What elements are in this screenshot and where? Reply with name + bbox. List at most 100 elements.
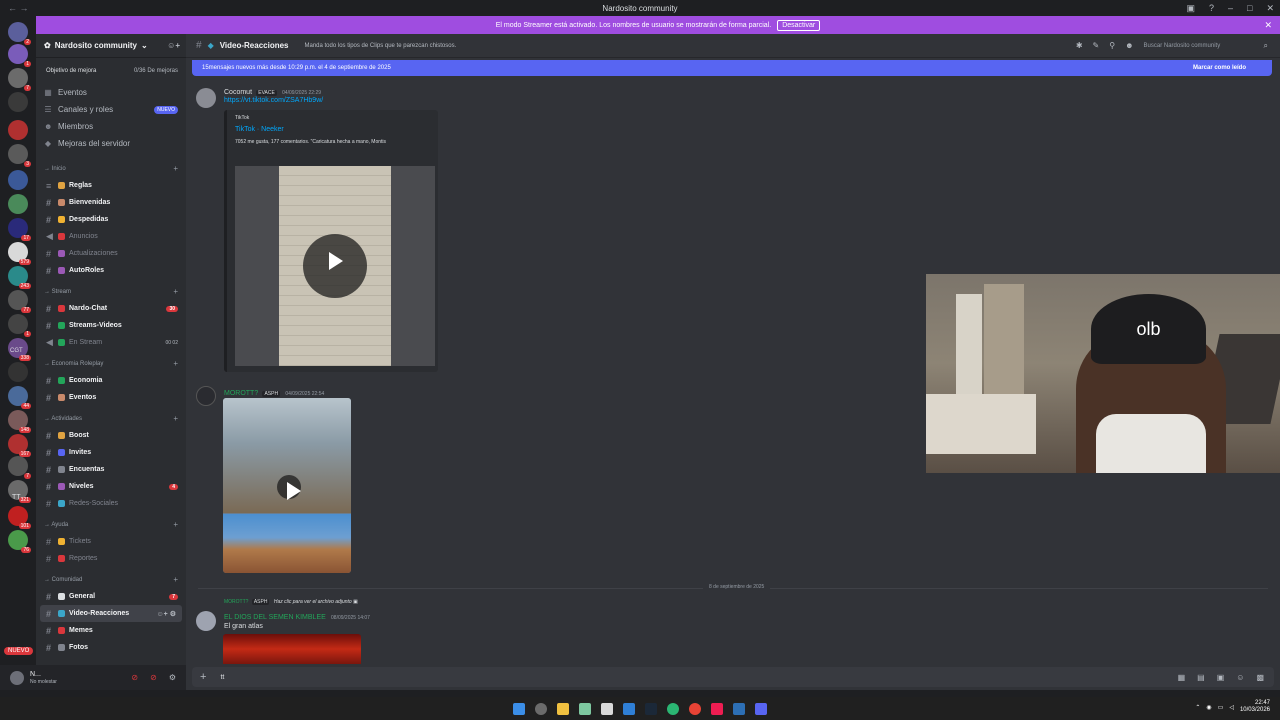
- server-icon[interactable]: [8, 92, 28, 112]
- channel-actualizaciones[interactable]: # Actualizaciones: [36, 245, 186, 262]
- mark-as-read-button[interactable]: Marcar como leído: [1193, 65, 1246, 71]
- close-banner-icon[interactable]: ✕: [1264, 20, 1272, 31]
- server-icon[interactable]: 7: [8, 456, 31, 479]
- message-link[interactable]: https://vt.tiktok.com/ZSA7Hb9w/: [224, 97, 323, 104]
- channel-category[interactable]: → Economia Roleplay +: [36, 355, 186, 372]
- settings-app-icon[interactable]: [535, 702, 547, 715]
- channel-general[interactable]: # General 7: [36, 588, 186, 605]
- notification-bell-icon[interactable]: ✎: [1093, 41, 1100, 50]
- mail-icon[interactable]: [623, 702, 635, 715]
- clock[interactable]: 22:47 10/03/2026: [1240, 700, 1270, 714]
- help-icon[interactable]: ?: [1209, 3, 1214, 14]
- mute-mic-icon[interactable]: ⊘: [131, 673, 138, 682]
- search-input[interactable]: Buscar Nardosito community: [1144, 43, 1254, 49]
- server-icon[interactable]: [8, 170, 28, 190]
- channel-fotos[interactable]: # Fotos: [36, 639, 186, 656]
- gift-icon[interactable]: ▦: [1178, 673, 1186, 682]
- server-icon[interactable]: 77: [8, 290, 31, 313]
- emoji-icon[interactable]: ☺: [1236, 673, 1244, 682]
- avatar[interactable]: [196, 88, 216, 108]
- create-channel-icon[interactable]: +: [173, 359, 178, 368]
- server-label-tt[interactable]: TT: [12, 494, 21, 501]
- channel-autoroles[interactable]: # AutoRoles: [36, 262, 186, 279]
- chrome-icon[interactable]: [689, 702, 701, 715]
- mic-icon[interactable]: ◉: [1206, 704, 1211, 711]
- channel-category[interactable]: → Actividades +: [36, 410, 186, 427]
- server-icon[interactable]: 2: [8, 22, 31, 45]
- deafen-icon[interactable]: ⊘: [150, 673, 157, 682]
- image-attachment[interactable]: [223, 634, 361, 664]
- tiktok-icon[interactable]: [711, 702, 723, 715]
- file-explorer-icon[interactable]: [557, 702, 569, 715]
- channel-bienvenidas[interactable]: # Bienvenidas: [36, 194, 186, 211]
- gif-icon[interactable]: ▤: [1197, 673, 1205, 682]
- embed-title[interactable]: TikTok · Neeker: [235, 126, 430, 133]
- app-icon[interactable]: [733, 702, 745, 715]
- search-icon[interactable]: ⌕: [1264, 41, 1268, 51]
- nav-item-miembros[interactable]: ☻ Miembros: [36, 118, 186, 135]
- close-icon[interactable]: ✕: [1266, 3, 1274, 14]
- pinned-icon[interactable]: ⚲: [1109, 41, 1115, 50]
- server-icon[interactable]: 243: [8, 266, 31, 289]
- channel-economia[interactable]: # Economia: [36, 372, 186, 389]
- reply-preview[interactable]: MOROTT? ASPH Haz clic para ver el archiv…: [224, 599, 358, 605]
- channel-video-reacciones[interactable]: # Video-Reacciones ☺+ ⚙: [40, 605, 182, 622]
- boost-goal[interactable]: Objetivo de mejora 0/36 De mejoras: [36, 58, 186, 80]
- copilot-icon[interactable]: [579, 702, 591, 715]
- server-icon[interactable]: [8, 194, 28, 214]
- channel-despedidas[interactable]: # Despedidas: [36, 211, 186, 228]
- channel-en-stream[interactable]: ◀ En Stream 00 02: [36, 334, 186, 351]
- message-input[interactable]: tt: [220, 674, 224, 681]
- channel-category[interactable]: → Stream +: [36, 283, 186, 300]
- store-icon[interactable]: [601, 702, 613, 715]
- channel-category[interactable]: → Ayuda +: [36, 516, 186, 533]
- create-channel-icon[interactable]: +: [173, 287, 178, 296]
- create-channel-icon[interactable]: +: [173, 164, 178, 173]
- message-input-box[interactable]: + tt ▦ ▤ ▣ ☺ ▩: [192, 667, 1274, 687]
- server-icon[interactable]: 1: [8, 44, 31, 67]
- members-list-icon[interactable]: ☻: [1125, 41, 1133, 50]
- video-thumbnail[interactable]: [235, 166, 435, 366]
- invite-icon[interactable]: ☺+: [167, 41, 180, 50]
- create-channel-icon[interactable]: +: [173, 414, 178, 423]
- create-channel-icon[interactable]: +: [173, 575, 178, 584]
- server-icon[interactable]: 579: [8, 242, 31, 265]
- network-icon[interactable]: ▭: [1218, 704, 1224, 711]
- server-icon[interactable]: 76: [8, 530, 31, 553]
- channel-tickets[interactable]: # Tickets: [36, 533, 186, 550]
- channel-anuncios[interactable]: ◀ Anuncios: [36, 228, 186, 245]
- chevron-up-icon[interactable]: ⌃: [1195, 704, 1200, 711]
- message-author[interactable]: Cocomut: [224, 89, 252, 96]
- avatar[interactable]: [196, 386, 216, 406]
- gear-icon[interactable]: ⚙: [169, 673, 176, 682]
- message-author[interactable]: MOROTT?: [224, 390, 258, 397]
- server-icon[interactable]: [8, 120, 28, 140]
- channel-streams-videos[interactable]: # Streams-Videos: [36, 317, 186, 334]
- nav-item-mejoras-del-servidor[interactable]: ◆ Mejoras del servidor: [36, 135, 186, 152]
- server-label-cgt[interactable]: CGT: [10, 348, 23, 354]
- channel-nardo-chat[interactable]: # Nardo-Chat 30: [36, 300, 186, 317]
- channel-redes-sociales[interactable]: # Redes-Sociales: [36, 495, 186, 512]
- nav-item-eventos[interactable]: ▦ Eventos: [36, 84, 186, 101]
- inbox-icon[interactable]: ▣: [1186, 3, 1195, 14]
- server-icon[interactable]: 3: [8, 144, 31, 167]
- server-icon[interactable]: 7: [8, 68, 31, 91]
- play-icon[interactable]: [277, 475, 301, 500]
- minimize-icon[interactable]: –: [1228, 3, 1233, 14]
- steam-icon[interactable]: [645, 702, 657, 715]
- apps-icon[interactable]: ▩: [1256, 673, 1264, 682]
- channel-settings-icon[interactable]: ☺+ ⚙: [157, 610, 176, 618]
- server-header[interactable]: ✿ Nardosito community ⌄ ☺+: [36, 34, 186, 58]
- server-icon[interactable]: 44: [8, 386, 31, 409]
- discord-icon[interactable]: [755, 702, 767, 715]
- volume-icon[interactable]: ◁: [1229, 704, 1234, 711]
- server-icon[interactable]: 17: [8, 218, 31, 241]
- channel-boost[interactable]: # Boost: [36, 427, 186, 444]
- new-servers-pill[interactable]: NUEVO: [4, 647, 34, 655]
- channel-reglas[interactable]: ≡ Reglas: [36, 177, 186, 194]
- server-icon[interactable]: [8, 362, 28, 382]
- channel-invites[interactable]: # Invites: [36, 444, 186, 461]
- create-channel-icon[interactable]: +: [173, 520, 178, 529]
- channel-category[interactable]: → Comunidad +: [36, 571, 186, 588]
- start-icon[interactable]: [513, 702, 525, 715]
